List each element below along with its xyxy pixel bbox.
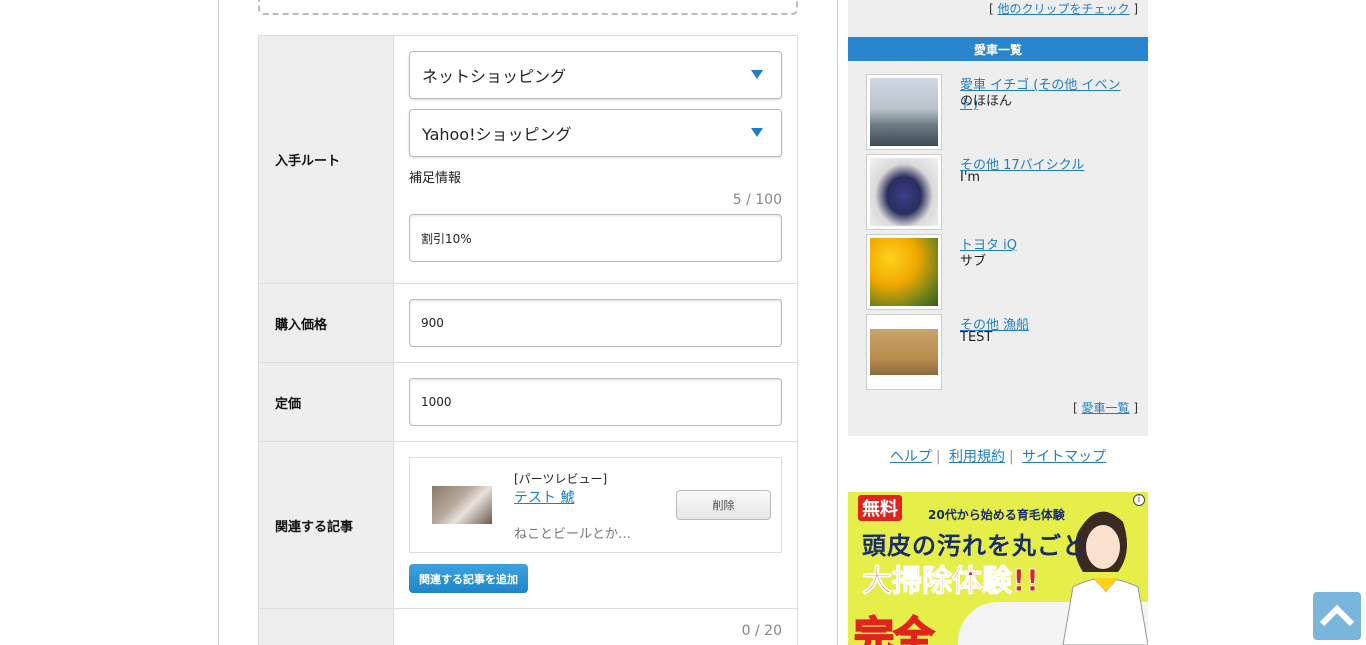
sitemap-link[interactable]: サイトマップ [1022,449,1106,465]
note-counter: 5 / 100 [732,192,782,208]
parts-form: 入手ルート ネットショッピング Yahoo!ショッピング 補足情報 5 / 10… [258,35,798,645]
ad-big-text: 完全 [853,613,935,645]
chevron-up-icon [1319,604,1355,627]
route-shop-value: Yahoo!ショッピング [422,125,572,144]
list-price-input[interactable]: 1000 [409,378,782,426]
upload-dropzone[interactable] [258,0,798,15]
related-articles-label: 関連する記事 [258,441,394,609]
note-label: 補足情報 [409,171,462,186]
route-category-value: ネットショッピング [422,67,567,86]
delete-article-button[interactable]: 削除 [676,490,771,520]
car-owner: TEST [960,330,993,345]
car-list-header: 愛車一覧 [848,37,1148,61]
purchase-price-value: 900 [421,316,444,330]
article-type: [パーツレビュー] [514,472,608,486]
article-thumbnail[interactable] [432,486,492,524]
note-input-value: 割引10% [421,231,472,246]
ad-subtitle: 20代から始める育毛体験 [928,508,1065,522]
next-row-counter: 0 / 20 [741,623,782,639]
ad-headline-2: 大掃除体験!! [861,564,1040,600]
purchase-price-label: 購入価格 [258,283,394,363]
car-thumbnail[interactable] [866,234,942,310]
purchase-price-input[interactable]: 900 [409,299,782,347]
car-item: その他 17バイシクル I'm [866,154,1136,230]
car-owner: のほほん [960,94,1013,109]
back-to-top-button[interactable] [1313,592,1361,640]
car-list-line: [ 愛車一覧 ] [1072,401,1138,415]
article-description: ねことビールとか… [514,527,632,542]
ad-free-badge: 無料 [858,495,902,521]
route-category-select[interactable]: ネットショッピング [409,51,782,99]
article-title-link[interactable]: テスト 鯱 [514,487,574,507]
car-item: その他 漁船 TEST [866,314,1136,390]
car-thumbnail[interactable] [866,74,942,150]
terms-link[interactable]: 利用規約 [949,449,1005,465]
note-input[interactable]: 割引10% [409,214,782,262]
add-related-article-button[interactable]: 関連する記事を追加 [409,564,528,593]
car-thumbnail[interactable] [866,314,942,390]
car-item: トヨタ iQ サブ [866,234,1136,310]
car-owner: I'm [960,170,981,185]
related-article-card: [パーツレビュー] テスト 鯱 ねことビールとか… 削除 [409,457,782,553]
sidebar: [ 他のクリップをチェック ] 愛車一覧 愛車 イチゴ (その他 イベント) の… [848,0,1148,436]
other-clips-link[interactable]: 他のクリップをチェック [997,2,1129,16]
car-item: 愛車 イチゴ (その他 イベント) のほほん [866,74,1136,150]
list-price-value: 1000 [421,395,452,409]
next-row-label [258,608,394,645]
other-clips-line: [ 他のクリップをチェック ] [988,2,1138,16]
car-owner: サブ [960,254,987,269]
info-icon[interactable]: i [1133,494,1145,506]
triangle-down-icon [751,70,763,79]
car-thumbnail[interactable] [866,154,942,230]
list-price-label: 定価 [258,362,394,442]
acquire-route-label: 入手ルート [258,35,394,284]
triangle-down-icon [751,128,763,137]
help-link[interactable]: ヘルプ [890,449,932,465]
car-list-link[interactable]: 愛車一覧 [1081,401,1129,415]
footer-links: ヘルプ | 利用規約 | サイトマップ [889,449,1107,465]
ad-banner[interactable]: 無料 20代から始める育毛体験 頭皮の汚れを丸ごと 大掃除体験!! 完全 i [848,492,1148,645]
route-shop-select[interactable]: Yahoo!ショッピング [409,109,782,157]
